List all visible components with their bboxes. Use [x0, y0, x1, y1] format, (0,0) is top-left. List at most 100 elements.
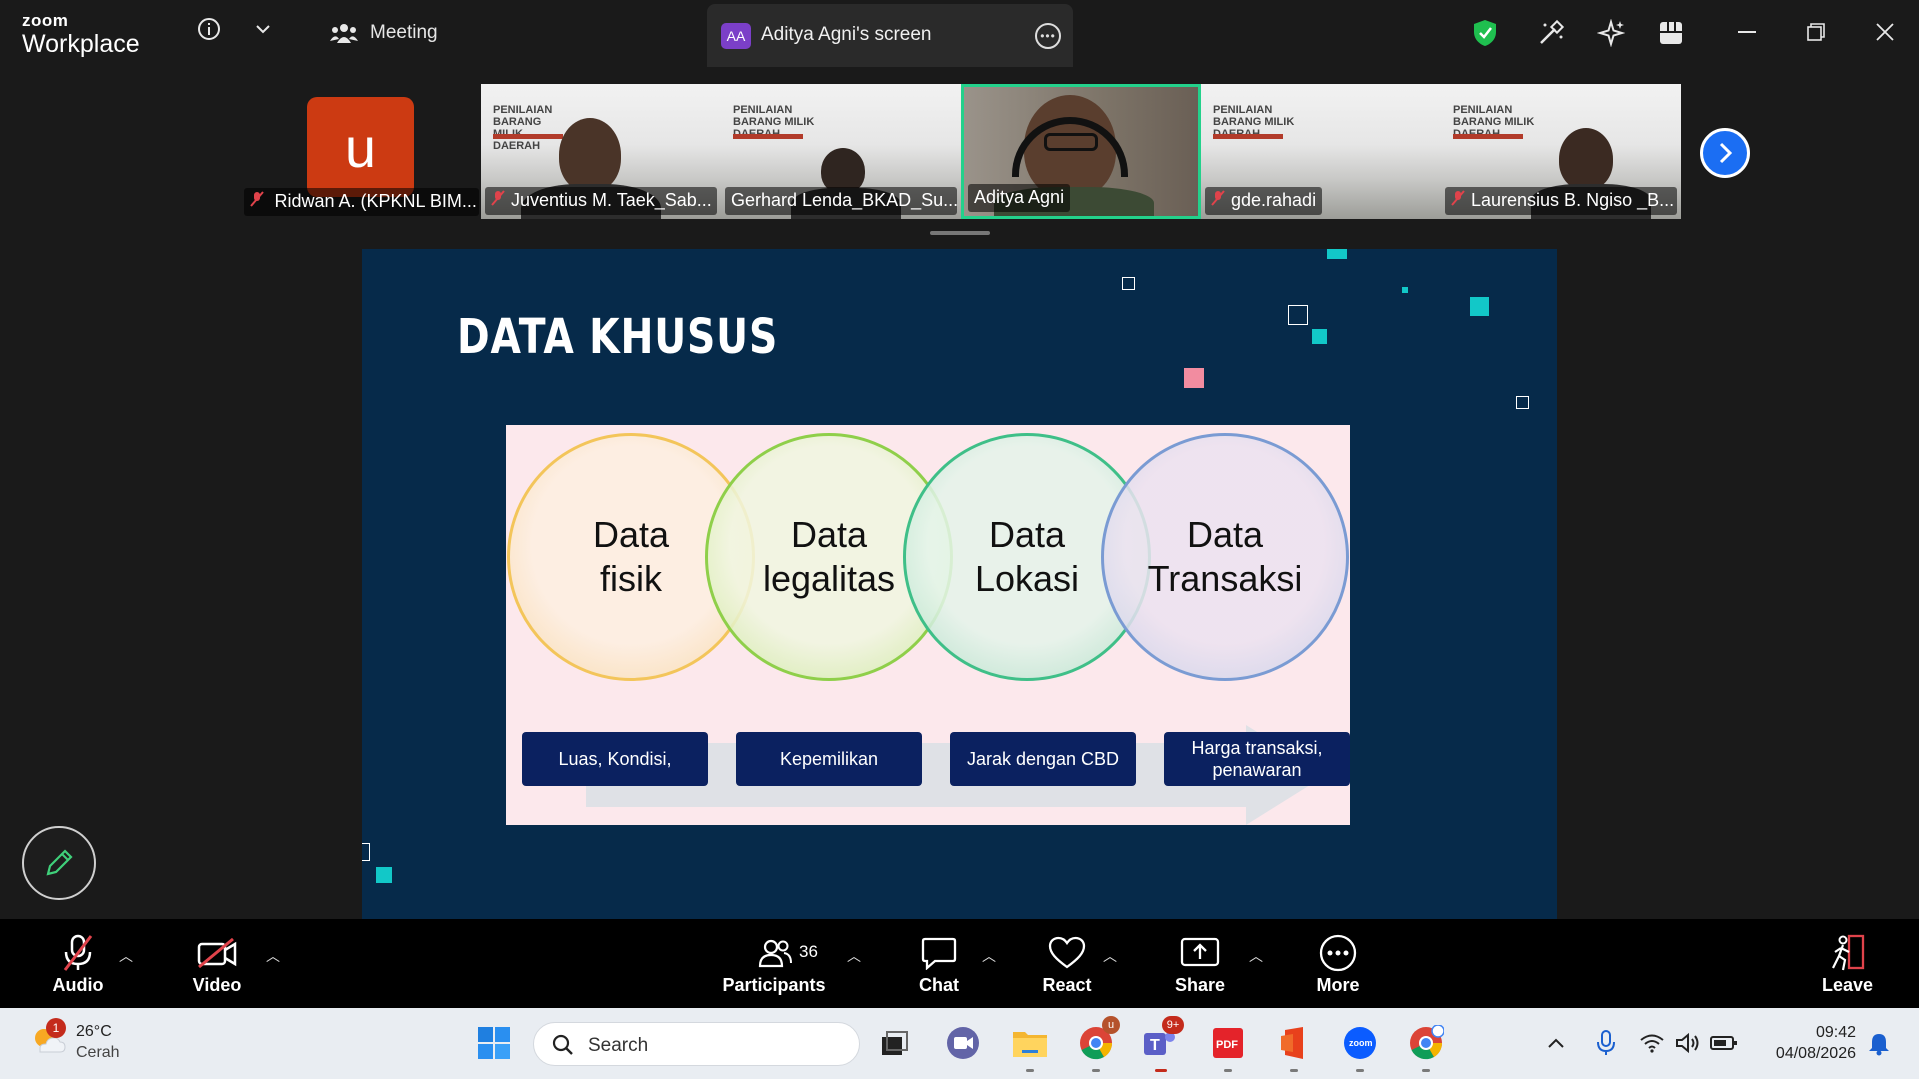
next-page-button[interactable]	[1700, 128, 1750, 178]
magic-wand-icon[interactable]	[1536, 18, 1566, 48]
windows-start-icon[interactable]	[475, 1024, 513, 1062]
mic-muted-icon	[250, 191, 268, 211]
microphone-tray-icon[interactable]	[1587, 1024, 1625, 1062]
restore-icon[interactable]	[1804, 20, 1828, 44]
task-view-icon[interactable]	[876, 1024, 914, 1062]
shared-screen-tab[interactable]: AA Aditya Agni's screen •••	[707, 4, 1073, 67]
tag-line1: Jarak dengan CBD	[966, 749, 1120, 769]
running-indicator	[1356, 1069, 1364, 1072]
tag-line1: Harga transaksi,	[1191, 738, 1323, 758]
teams-icon[interactable]: T 9+	[1140, 1016, 1184, 1062]
chevron-down-icon[interactable]	[252, 18, 274, 40]
info-icon[interactable]	[196, 16, 222, 42]
video-tile[interactable]: PENILAIAN BARANG MILIK DAERAH Gerhard Le…	[721, 84, 961, 219]
brand-top: zoom	[22, 11, 69, 30]
tag-jarak-cbd: Jarak dengan CBD	[950, 732, 1136, 786]
windows-taskbar: 1 26°C Cerah Search u T 9+ PDF zoom 09:4…	[0, 1008, 1919, 1079]
chrome-profile-badge: u	[1102, 1016, 1120, 1034]
close-icon[interactable]	[1873, 20, 1897, 44]
zoom-app-icon[interactable]: zoom	[1341, 1024, 1379, 1062]
video-tile[interactable]: PENILAIAN BARANG MILIK DAERAH Laurensius…	[1441, 84, 1681, 219]
meeting-tab-label[interactable]: Meeting	[370, 22, 438, 44]
svg-text:zoom: zoom	[1349, 1038, 1373, 1048]
show-hidden-icons-chevron[interactable]	[1537, 1024, 1575, 1062]
participant-name-tag: Aditya Agni	[968, 184, 1071, 212]
system-clock[interactable]: 09:42 04/08/2026	[1760, 1022, 1856, 1064]
chat-label: Chat	[919, 975, 959, 995]
svg-text:PDF: PDF	[1216, 1039, 1238, 1051]
running-indicator	[1155, 1069, 1167, 1072]
volume-icon[interactable]	[1669, 1024, 1707, 1062]
participants-group-icon	[330, 20, 358, 46]
participant-name-tag: gde.rahadi	[1205, 187, 1323, 215]
chat-icon	[921, 937, 957, 970]
leave-button[interactable]: Leave	[1822, 933, 1873, 996]
tag-kepemilikan: Kepemilikan	[736, 732, 922, 786]
slide-title: DATA KHUSUS	[457, 309, 779, 365]
mic-muted-icon	[1211, 190, 1225, 210]
react-button[interactable]: React	[1040, 933, 1094, 996]
video-button[interactable]: Video	[187, 933, 247, 996]
participant-avatar[interactable]: u	[307, 97, 414, 197]
circle-label-line2: legalitas	[762, 558, 896, 599]
apps-grid-icon[interactable]	[1656, 18, 1686, 48]
shield-icon[interactable]	[1470, 18, 1500, 48]
video-gallery-strip: PENILAIAN BARANG MILIK DAERAH Juventius …	[481, 84, 1681, 219]
react-label: React	[1042, 975, 1092, 995]
tag-line1: Kepemilikan	[779, 749, 879, 769]
circle-label-line2: Transaksi	[1147, 558, 1303, 599]
meet-app-icon[interactable]	[944, 1024, 982, 1062]
mic-muted-icon	[63, 934, 93, 971]
share-label: Share	[1174, 975, 1226, 995]
clock-time: 09:42	[1815, 1024, 1856, 1041]
chat-options-caret[interactable]: ︿	[982, 946, 996, 966]
weather-temperature: 26°C	[76, 1023, 112, 1040]
video-options-caret[interactable]: ︿	[266, 946, 280, 966]
gallery-resize-handle[interactable]	[930, 231, 990, 235]
tag-line1: Luas, Kondisi,	[558, 749, 672, 769]
weather-widget[interactable]: 1 26°C Cerah	[30, 1018, 120, 1063]
circle-label-line1: Data	[790, 514, 868, 555]
venn-diagram-panel: Data fisik Data legalitas Data Lokasi Data T…	[506, 425, 1350, 825]
participant-count: 36	[799, 942, 818, 961]
tag-harga-transaksi: Harga transaksi, penawaran	[1164, 732, 1350, 786]
participant-name: Juventius M. Taek_Sab...	[511, 190, 712, 210]
more-button[interactable]: More	[1314, 933, 1362, 996]
circle-data-transaksi: Data Transaksi	[1101, 433, 1349, 681]
minimize-icon[interactable]	[1735, 20, 1759, 44]
participant-name: Aditya Agni	[974, 187, 1065, 207]
pencil-icon	[46, 849, 73, 876]
office-app-icon[interactable]	[1275, 1024, 1313, 1062]
participant-name: Laurensius B. Ngiso _B...	[1471, 190, 1675, 210]
annotate-pencil-button[interactable]	[22, 826, 96, 900]
chrome-profile-2-icon[interactable]	[1407, 1024, 1445, 1062]
battery-icon[interactable]	[1705, 1024, 1743, 1062]
ai-sparkle-icon[interactable]	[1596, 18, 1626, 48]
video-tile-active-speaker[interactable]: Aditya Agni	[961, 84, 1201, 219]
notification-bell-icon[interactable]	[1868, 1032, 1890, 1061]
svg-text:T: T	[1150, 1037, 1160, 1054]
participants-icon	[758, 939, 792, 968]
circle-label-line2: Lokasi	[974, 558, 1080, 599]
chrome-icon[interactable]: u	[1077, 1016, 1120, 1062]
participant-name: gde.rahadi	[1231, 190, 1317, 210]
video-tile[interactable]: PENILAIAN BARANG MILIK DAERAH gde.rahadi	[1201, 84, 1441, 219]
participants-options-caret[interactable]: ︿	[847, 946, 861, 966]
share-button[interactable]: Share	[1173, 933, 1227, 996]
zoom-logo: zoom Workplace	[22, 11, 140, 59]
pdf-app-icon[interactable]: PDF	[1209, 1024, 1247, 1062]
shared-screen-content: DATA KHUSUS Data fisik Data legalitas Data…	[362, 249, 1557, 919]
more-options-icon[interactable]: •••	[1035, 23, 1061, 49]
audio-button[interactable]: Audio	[40, 933, 116, 996]
taskbar-search-box[interactable]: Search	[533, 1022, 860, 1066]
file-explorer-icon[interactable]	[1011, 1024, 1049, 1062]
wifi-icon[interactable]	[1633, 1024, 1671, 1062]
heart-icon	[1048, 936, 1086, 969]
share-options-caret[interactable]: ︿	[1249, 946, 1263, 966]
chat-button[interactable]: Chat	[914, 933, 964, 996]
brand-bottom: Workplace	[22, 30, 140, 58]
audio-options-caret[interactable]: ︿	[119, 946, 133, 966]
video-tile[interactable]: PENILAIAN BARANG MILIK DAERAH Juventius …	[481, 84, 721, 219]
more-label: More	[1316, 975, 1360, 995]
react-options-caret[interactable]: ︿	[1103, 946, 1117, 966]
